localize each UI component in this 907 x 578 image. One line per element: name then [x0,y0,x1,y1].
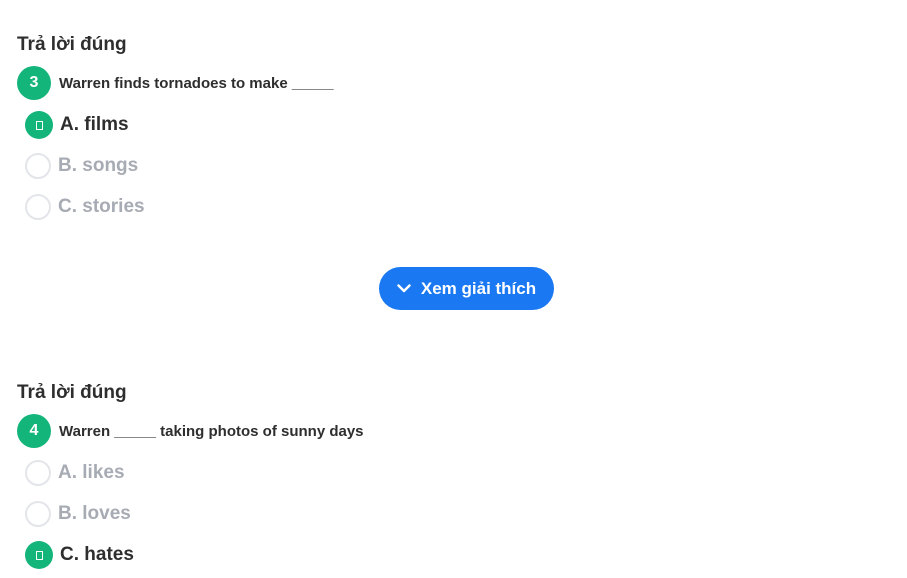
selected-radio[interactable] [25,111,53,139]
quiz-results-page: Trả lời đúng 3 Warren finds tornadoes to… [0,0,907,578]
option-label: C. stories [58,196,145,217]
answer-status: Trả lời đúng [17,34,127,55]
question-3: Trả lời đúng 3 Warren finds tornadoes to… [17,34,887,233]
check-icon [35,120,43,130]
view-explanation-label: Xem giải thích [420,278,537,298]
question-header: 3 Warren finds tornadoes to make _____ [17,66,887,100]
option-b[interactable]: B. songs [25,151,887,181]
option-label: C. hates [60,544,134,565]
question-number-badge: 3 [17,66,51,100]
option-label: B. loves [58,503,131,524]
radio-button[interactable] [25,194,51,220]
answer-options: A. likes B. loves C. hates [17,458,887,570]
option-c[interactable]: C. stories [25,192,887,222]
question-text: Warren finds tornadoes to make _____ [59,74,334,92]
question-number-badge: 4 [17,414,51,448]
option-label: B. songs [58,155,139,176]
radio-button[interactable] [25,501,51,527]
question-4: Trả lời đúng 4 Warren _____ taking photo… [17,382,887,578]
radio-button[interactable] [25,460,51,486]
chevron-down-icon [397,284,411,293]
check-icon [35,550,43,560]
view-explanation-button[interactable]: Xem giải thích [379,267,554,310]
option-a[interactable]: A. films [25,110,887,140]
selected-radio[interactable] [25,541,53,569]
radio-button[interactable] [25,153,51,179]
option-b[interactable]: B. loves [25,499,887,529]
answer-options: A. films B. songs C. stories [17,110,887,222]
option-label: A. likes [58,462,125,483]
question-text: Warren _____ taking photos of sunny days [59,422,364,440]
option-label: A. films [60,114,129,135]
option-c[interactable]: C. hates [25,540,887,570]
answer-status: Trả lời đúng [17,382,127,403]
option-a[interactable]: A. likes [25,458,887,488]
question-header: 4 Warren _____ taking photos of sunny da… [17,414,887,448]
